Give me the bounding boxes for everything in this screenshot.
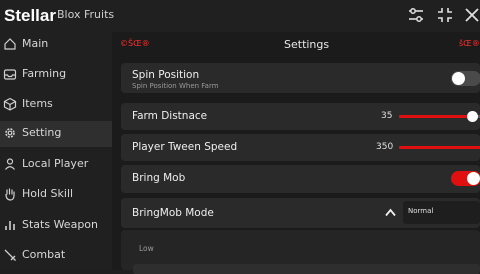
farm-distance-title: Farm Distnace [132, 110, 208, 122]
sidebar-item-items[interactable]: Items [0, 92, 112, 118]
option-item[interactable] [133, 264, 480, 274]
tween-speed-fill [399, 146, 480, 149]
farm-distance-value: 35 [381, 111, 393, 121]
sidebar-item-local-player[interactable]: Local Player [0, 152, 112, 178]
bring-mob-title: Bring Mob [132, 172, 186, 184]
app-subtitle: Blox Fruits [57, 8, 115, 21]
bring-mob-row: Bring Mob [121, 165, 480, 193]
sidebar-item-label: Items [22, 97, 53, 110]
inbox-icon [3, 69, 17, 80]
settings-panel: ©ŠŒ® Settings šŒ® Spin Position Spin Pos… [112, 32, 480, 274]
sidebar-item-farming[interactable]: Farming [0, 62, 112, 88]
sidebar-item-main[interactable]: Main [0, 32, 112, 58]
option-low-label[interactable]: Low [139, 244, 154, 253]
spin-position-toggle[interactable] [451, 71, 480, 86]
farm-distance-fill [399, 115, 472, 118]
title-bar: Stellar Blox Fruits [0, 0, 480, 32]
spin-position-title: Spin Position [132, 69, 200, 81]
home-icon [4, 38, 16, 50]
hand-icon [5, 188, 15, 201]
farm-distance-row: Farm Distnace 35 [121, 103, 480, 130]
sidebar-item-label: Local Player [22, 157, 89, 170]
sidebar-item-stats-weapon[interactable]: Stats Weapon [0, 213, 112, 239]
sidebar: Main Farming Items Setting Local Player [0, 32, 112, 270]
farm-distance-slider-thumb[interactable] [467, 111, 478, 122]
gear-icon [5, 128, 15, 138]
spin-position-desc: Spin Position When Farm [132, 82, 219, 90]
shrink-icon[interactable] [436, 6, 454, 24]
panel-header: ©ŠŒ® Settings šŒ® [112, 32, 480, 58]
header-mark-left: ©ŠŒ® [120, 39, 150, 48]
page-title: Settings [284, 38, 330, 51]
tween-speed-value: 350 [376, 142, 394, 152]
box-icon [3, 97, 17, 111]
bar-chart-icon [5, 221, 15, 230]
tween-speed-title: Player Tween Speed [132, 141, 238, 153]
bringmob-mode-title: BringMob Mode [132, 207, 214, 219]
spin-position-row: Spin Position Spin Position When Farm [121, 63, 480, 93]
sidebar-item-label: Farming [22, 67, 67, 80]
chevron-up-icon[interactable] [385, 208, 396, 217]
sidebar-item-label: Stats Weapon [22, 218, 99, 231]
user-icon [5, 158, 15, 170]
toggle-knob [452, 72, 465, 85]
sidebar-item-label: Setting [22, 126, 62, 139]
sidebar-item-label: Main [22, 37, 49, 50]
close-icon[interactable] [463, 6, 480, 24]
app-title: Stellar [4, 6, 56, 25]
sliders-icon[interactable] [407, 6, 425, 24]
bring-mob-toggle[interactable] [451, 171, 480, 186]
sidebar-item-hold-skill[interactable]: Hold Skill [0, 182, 112, 208]
sidebar-item-label: Combat [22, 248, 66, 261]
tween-speed-row: Player Tween Speed 350 [121, 134, 480, 161]
toggle-knob [467, 172, 480, 185]
sidebar-item-combat[interactable]: Combat [0, 243, 112, 269]
header-mark-right: šŒ® [459, 39, 480, 48]
bringmob-mode-options: Low [121, 230, 480, 274]
bringmob-mode-selected: Normal [408, 207, 434, 215]
sidebar-item-label: Hold Skill [22, 187, 74, 200]
bringmob-mode-select[interactable]: Normal [403, 201, 480, 224]
sidebar-item-setting[interactable]: Setting [0, 121, 112, 147]
sword-icon [4, 249, 16, 261]
